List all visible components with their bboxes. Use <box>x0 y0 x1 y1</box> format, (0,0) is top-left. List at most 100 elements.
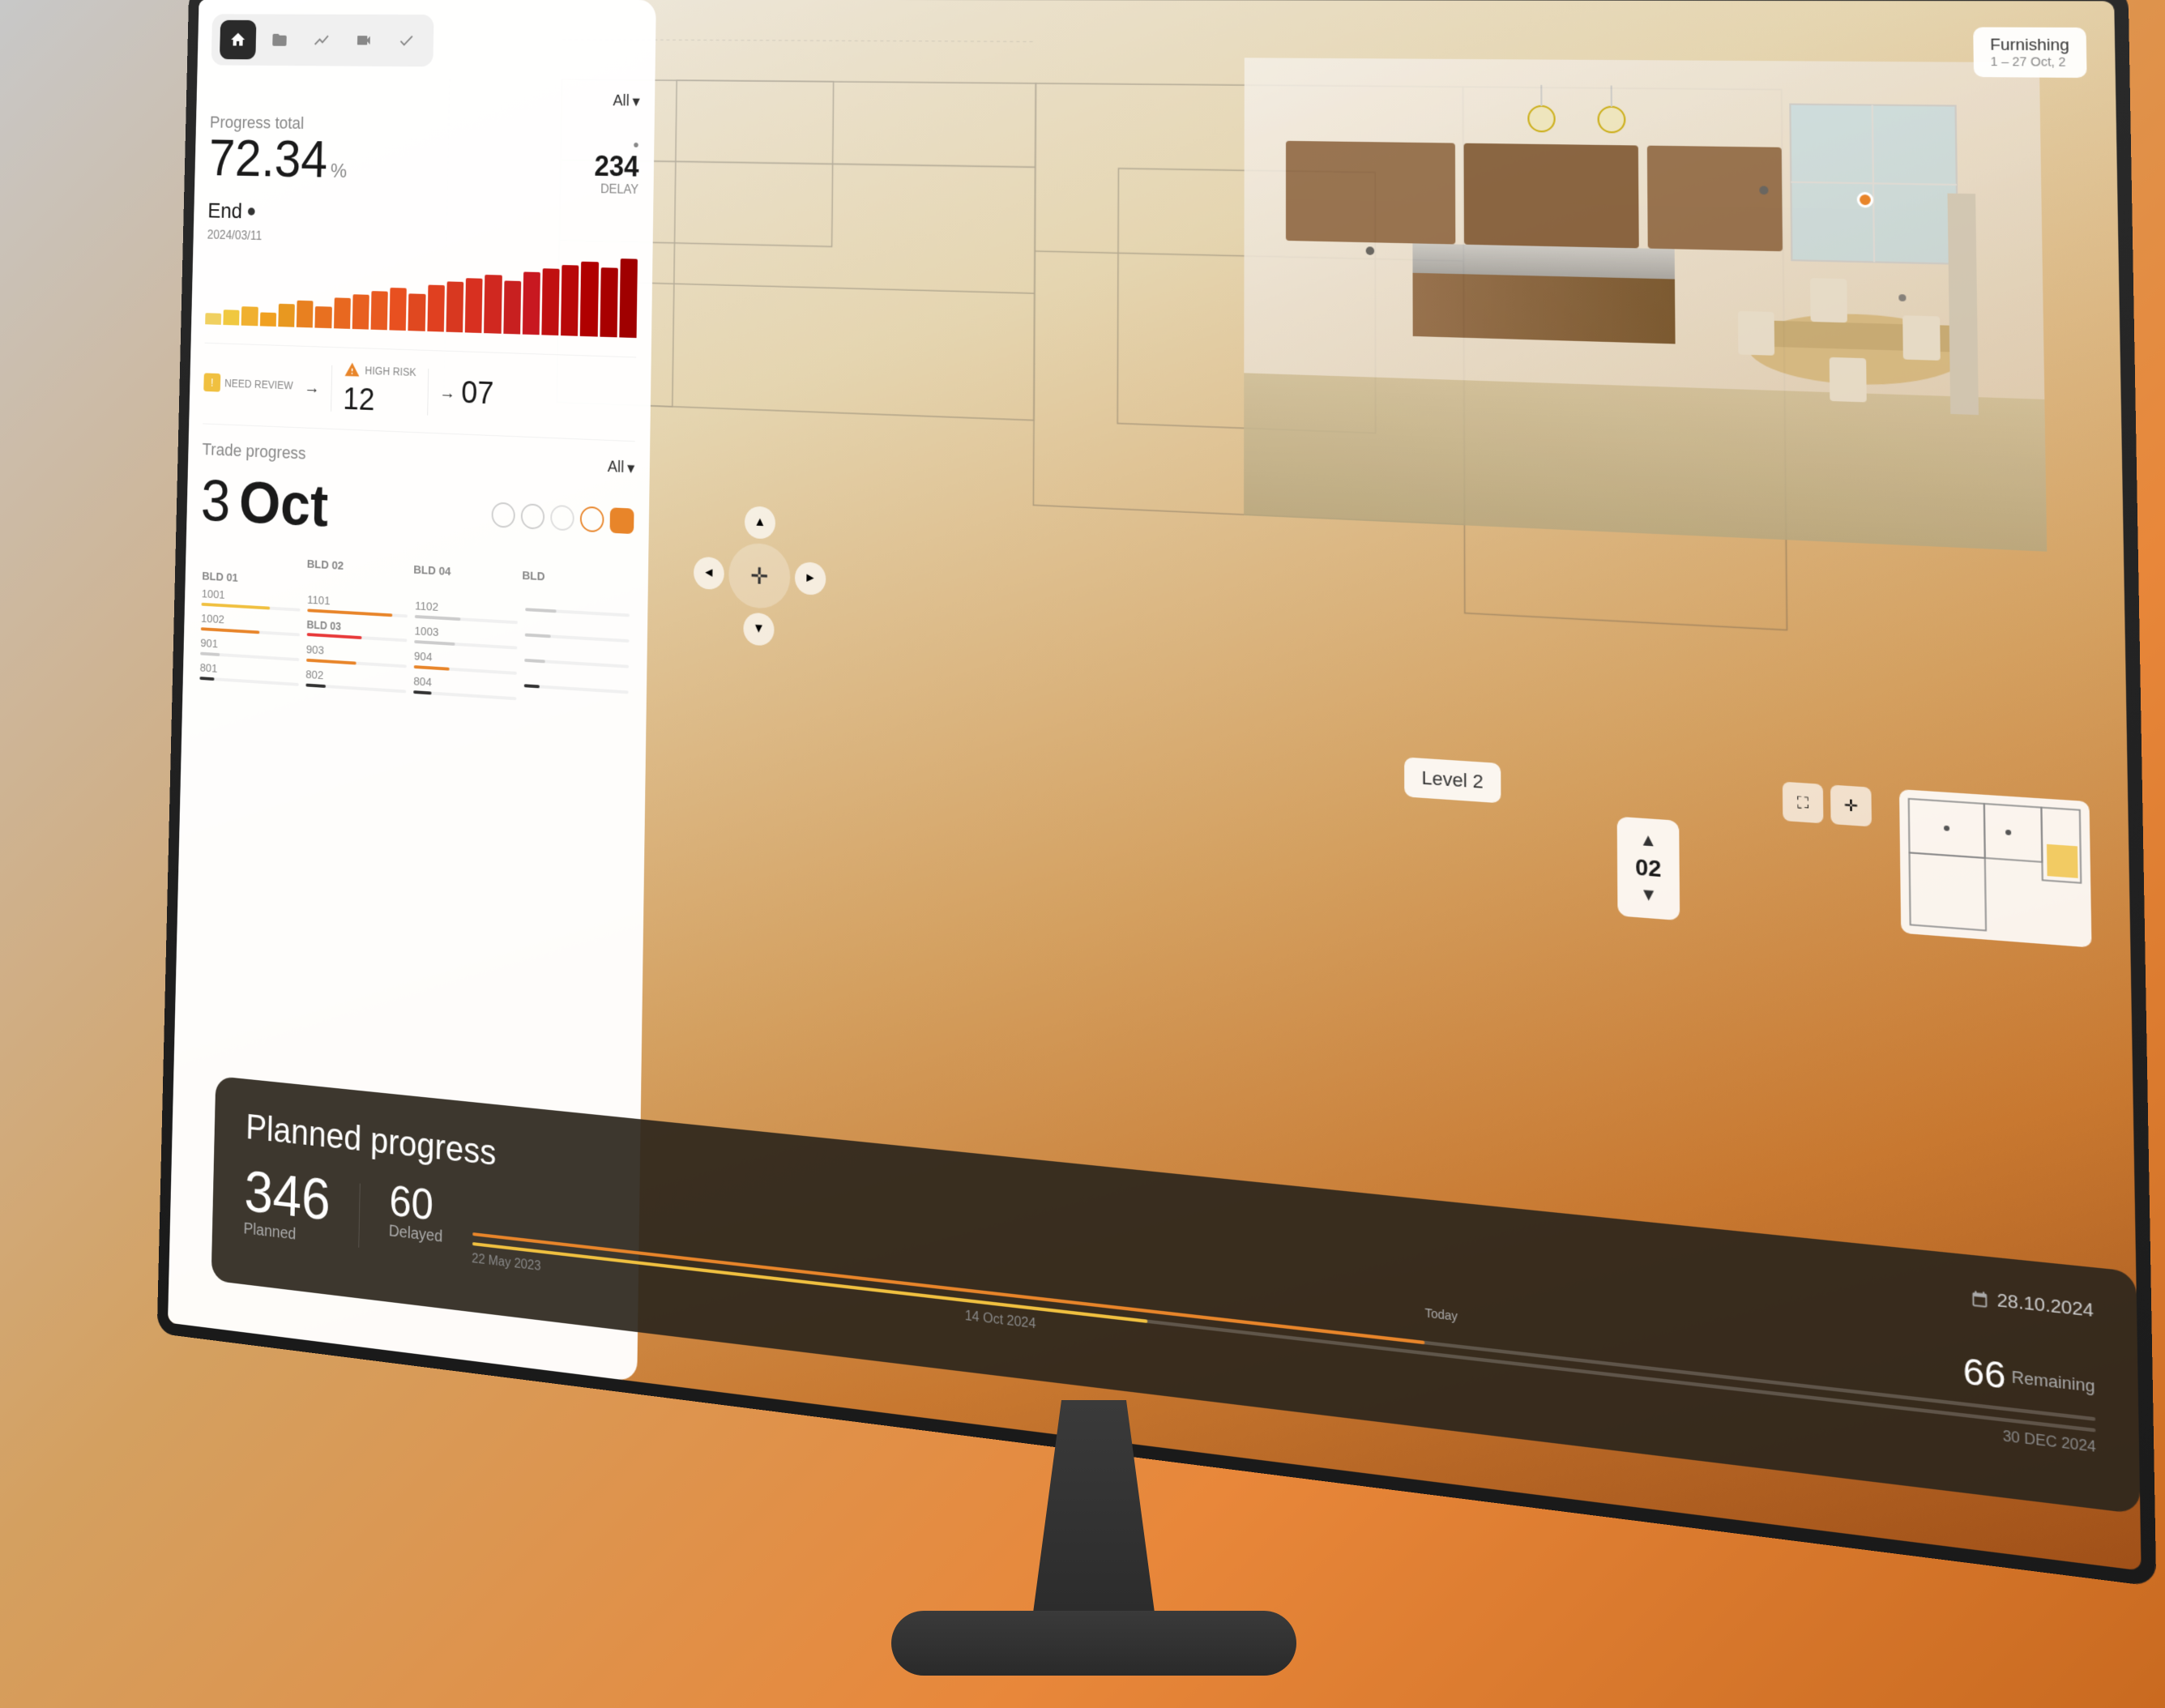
ind-3 <box>550 504 574 531</box>
trade-date-month: Oct <box>238 469 329 539</box>
delay-dot: ● <box>595 137 639 150</box>
bar-item <box>561 265 579 336</box>
review-arrow: → <box>304 377 320 397</box>
bar-item <box>600 267 618 337</box>
bar-item <box>224 310 240 325</box>
ind-4 <box>580 506 604 532</box>
move-btn[interactable]: ✛ <box>1830 785 1872 827</box>
nav-up-btn[interactable]: ▲ <box>745 506 775 540</box>
progress-value: 72.34 % <box>208 132 348 186</box>
remaining-label: Remaining <box>2011 1357 2095 1408</box>
bar-item <box>408 293 425 331</box>
stat-divider-1 <box>331 365 332 411</box>
progress-number: 72.34 <box>208 129 328 188</box>
delay-number: 234 <box>594 150 639 184</box>
row1-bld04: 1102 <box>415 600 518 626</box>
need-review-label: NEED REVIEW <box>224 377 293 391</box>
nav-down-btn[interactable]: ▼ <box>743 613 774 647</box>
bld01-col-header: BLD 01 <box>202 570 301 588</box>
bar-item <box>390 288 408 331</box>
floor-plan-mini <box>1899 789 2092 948</box>
end-date-value: 2024/03/11 <box>207 228 638 253</box>
high-risk-count: 12 <box>343 382 375 417</box>
trade-date: 3 Oct <box>200 467 329 540</box>
nav-right-btn[interactable]: ► <box>795 562 826 596</box>
bld01-header <box>203 552 305 570</box>
bld-header: BLD <box>522 569 630 588</box>
monitor-screen: Furnishing 1 – 27 Oct, 2 ▲ ◄ ✛ ► ▼ ▲ 02 … <box>168 0 2142 1571</box>
trade-progress-section: Trade progress All ▾ 3 Oct <box>200 439 634 556</box>
delay-date: 14 Oct 2024 <box>965 1309 1036 1332</box>
delayed-track <box>472 1232 2096 1421</box>
level-label: Level 2 <box>1422 767 1484 793</box>
row4-bld04: 804 <box>413 675 516 702</box>
high-risk-stat: HIGH RISK 12 <box>343 361 416 420</box>
bld02-header: BLD 02 <box>307 557 411 576</box>
nav-center: ✛ <box>728 542 791 610</box>
bar-item <box>484 275 502 334</box>
nav-left-btn[interactable]: ◄ <box>694 557 724 591</box>
bld-grid: BLD 01 1001 1101 <box>197 570 633 710</box>
row2-bld04: 1003 <box>414 625 517 651</box>
nav-tabs[interactable] <box>211 14 434 66</box>
alert-icon <box>344 361 361 380</box>
trade-label: Trade progress <box>202 439 306 463</box>
building-table: BLD 02 BLD 04 BLD BLD 01 1001 <box>197 552 633 709</box>
bar-item <box>297 301 314 328</box>
right-arrow: → <box>439 382 455 403</box>
tab-chart[interactable] <box>303 20 340 60</box>
tab-folder[interactable] <box>261 20 298 60</box>
filter-row: All ▾ <box>210 88 639 111</box>
monitor-wrapper: Furnishing 1 – 27 Oct, 2 ▲ ◄ ✛ ► ▼ ▲ 02 … <box>81 0 2107 1708</box>
circle-indicators <box>491 502 634 534</box>
planned-num: 346 <box>244 1163 331 1230</box>
bar-item <box>446 281 463 332</box>
bar-item <box>315 306 332 328</box>
delay-badge: ● 234 DELAY <box>594 137 639 197</box>
review-arrow-num: → <box>304 377 320 397</box>
tab-video[interactable] <box>345 20 382 60</box>
row3-bld04: 904 <box>414 650 517 677</box>
progress-total-section: Progress total 72.34 % ● 234 DELAY <box>205 113 639 338</box>
trade-filter-btn[interactable]: All ▾ <box>608 457 635 478</box>
warning-icon: ! <box>203 373 220 391</box>
bar-item <box>278 304 295 327</box>
end-date-label: 30 DEC 2024 <box>2003 1429 2096 1457</box>
row3-bld <box>523 656 629 684</box>
row3-bld01: 901 <box>200 637 299 663</box>
level-down-arrow[interactable]: ▼ <box>1639 885 1657 907</box>
row4-bld <box>523 681 629 709</box>
progress-bar-chart <box>205 249 638 338</box>
bar-item <box>205 313 221 325</box>
level-up-arrow[interactable]: ▲ <box>1639 831 1657 852</box>
row2-bld02: BLD 03 <box>306 618 408 644</box>
monitor-frame: Furnishing 1 – 27 Oct, 2 ▲ ◄ ✛ ► ▼ ▲ 02 … <box>157 0 2157 1586</box>
ind-5 <box>610 507 634 534</box>
bar-item <box>427 285 445 332</box>
tab-check[interactable] <box>387 20 425 60</box>
progress-row: 72.34 % ● 234 DELAY <box>208 132 639 198</box>
planned-count-stat: 346 Planned <box>243 1163 331 1248</box>
row2-bld <box>524 631 630 658</box>
expand-btn[interactable]: ⛶ <box>1783 782 1824 824</box>
bar-item <box>371 291 388 330</box>
trade-date-num: 3 <box>200 468 231 534</box>
furnishing-title: Furnishing <box>1990 36 2069 54</box>
row4-bld01: 801 <box>199 661 298 688</box>
row4-bld02: 802 <box>305 668 407 694</box>
bar-item <box>619 258 638 338</box>
view-controls[interactable]: ⛶ ✛ <box>1783 782 1872 827</box>
row1-bld <box>525 605 630 632</box>
row1-bld02: 1101 <box>307 593 408 619</box>
monitor-base <box>891 1611 1296 1676</box>
tab-home[interactable] <box>220 20 256 60</box>
need-review-stat: ! NEED REVIEW <box>203 373 293 398</box>
end-date-row: End <box>207 199 638 233</box>
bar-item <box>465 278 483 333</box>
ind-1 <box>491 502 515 527</box>
bar-item <box>352 294 369 329</box>
filter-all-btn[interactable]: All ▾ <box>613 92 640 111</box>
stat-divider-2 <box>427 368 429 415</box>
level-label-panel: Level 2 <box>1404 758 1501 804</box>
nav-controls[interactable]: ▲ ◄ ✛ ► ▼ <box>693 504 826 650</box>
